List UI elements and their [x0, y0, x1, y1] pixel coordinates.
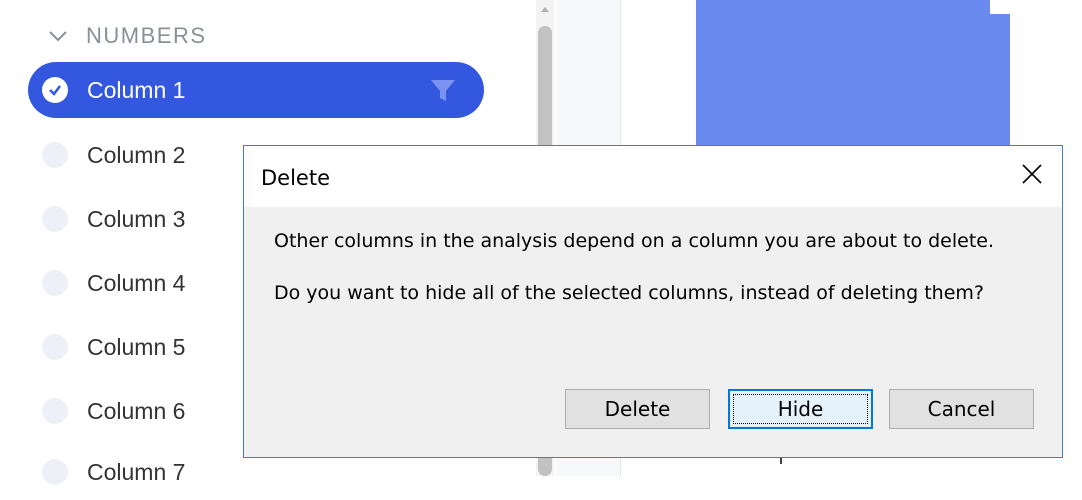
- unchecked-circle-icon[interactable]: [42, 459, 68, 485]
- unchecked-circle-icon[interactable]: [42, 142, 68, 168]
- column-label: Column 1: [87, 76, 186, 103]
- unchecked-circle-icon[interactable]: [42, 206, 68, 232]
- delete-button[interactable]: Delete: [565, 389, 710, 429]
- column-label: Column 4: [87, 269, 186, 296]
- cancel-button-label: Cancel: [927, 397, 996, 421]
- chart-bar-notch: [990, 0, 1010, 14]
- close-icon[interactable]: [1018, 160, 1046, 188]
- hide-button[interactable]: Hide: [728, 389, 873, 429]
- section-title: NUMBERS: [86, 23, 207, 48]
- checkmark-icon[interactable]: [42, 77, 68, 103]
- cancel-button[interactable]: Cancel: [889, 389, 1034, 429]
- numbers-section-header[interactable]: NUMBERS: [48, 22, 207, 50]
- dialog-message-question: Do you want to hide all of the selected …: [274, 282, 984, 304]
- column-item-1[interactable]: Column 1: [28, 62, 484, 118]
- unchecked-circle-icon[interactable]: [42, 334, 68, 360]
- column-label: Column 7: [87, 458, 186, 485]
- focus-ring: [733, 394, 868, 424]
- delete-dialog: Delete Other columns in the analysis dep…: [243, 145, 1063, 458]
- dialog-titlebar: Delete: [244, 146, 1062, 207]
- column-label: Column 6: [87, 397, 186, 424]
- chart-bar[interactable]: [696, 0, 1010, 148]
- column-label: Column 5: [87, 333, 186, 360]
- dialog-title: Delete: [261, 166, 330, 190]
- dialog-message-dependency: Other columns in the analysis depend on …: [274, 230, 995, 252]
- filter-icon[interactable]: [428, 76, 458, 106]
- chevron-down-icon[interactable]: [48, 26, 68, 46]
- column-label: Column 2: [87, 141, 186, 168]
- unchecked-circle-icon[interactable]: [42, 270, 68, 296]
- scroll-up-arrow-icon[interactable]: [539, 2, 551, 14]
- unchecked-circle-icon[interactable]: [42, 398, 68, 424]
- column-label: Column 3: [87, 205, 186, 232]
- delete-button-label: Delete: [604, 397, 671, 421]
